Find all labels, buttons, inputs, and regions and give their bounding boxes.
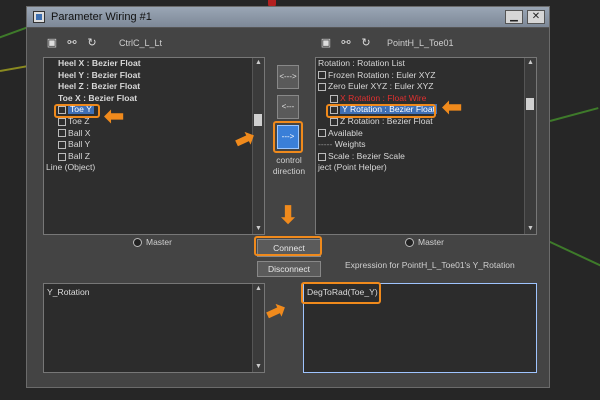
highlight-connect [254,236,322,256]
annotation-arrow-left-icon: ⬅ [104,103,125,130]
scroll-thumb[interactable] [254,114,262,126]
annotation-arrow-down-icon: ⬇ [278,202,299,229]
grid-line [547,240,600,268]
both-directions-button[interactable]: <---> [277,65,299,89]
title-bar[interactable]: Parameter Wiring #1 ▁ ✕ [27,7,549,28]
scroll-down-icon[interactable]: ▼ [253,224,264,234]
radio-icon[interactable] [133,238,142,248]
radio-icon[interactable] [405,238,414,248]
highlight-toe-y [54,104,100,118]
right-master-radio[interactable]: Master [405,237,444,248]
left-expression-field[interactable]: Y_Rotation ▲ ▼ [43,283,265,373]
highlight-expression [301,282,381,304]
checkbox-icon [58,117,66,126]
left-panel-header: ▣ ⚯ ↻ CtrlC_L_Lt [43,35,243,55]
scroll-down-icon[interactable]: ▼ [525,224,536,234]
open-folder-icon[interactable]: ▣ [43,35,61,51]
tree-item[interactable]: Zero Euler XYZ : Euler XYZ [316,81,525,93]
left-panel-name: CtrlC_L_Lt [119,38,163,48]
scroll-down-icon[interactable]: ▼ [253,362,264,372]
tree-item[interactable]: X Rotation : Float Wire [316,93,525,105]
tree-item[interactable]: Ball Z [44,151,253,163]
expression-label: Expression for PointH_L_Toe01's Y_Rotati… [345,260,515,270]
control-direction-label: control direction [272,155,306,176]
left-expression-text: Y_Rotation [47,287,90,297]
highlight-y-rotation [326,104,436,118]
left-master-radio[interactable]: Master [133,237,172,248]
tree-item[interactable]: Ball Y [44,139,253,151]
tree-item[interactable]: ject (Point Helper) [316,162,525,174]
checkbox-icon [330,117,338,126]
tree-item[interactable]: Available [316,128,525,140]
scroll-up-icon[interactable]: ▲ [253,58,264,68]
checkbox-icon [58,129,66,138]
tree-item[interactable]: ----- Weights [316,139,525,151]
tree-item[interactable]: Toe X : Bezier Float [44,93,253,105]
tree-item[interactable]: Line (Object) [44,162,253,174]
tree-dash: ----- [318,139,335,150]
scroll-thumb[interactable] [526,98,534,110]
open-folder-icon[interactable]: ▣ [317,35,335,51]
right-panel-name: PointH_L_Toe01 [387,38,454,48]
tree-item[interactable]: Scale : Bezier Scale [316,151,525,163]
left-direction-button[interactable]: <--- [277,95,299,119]
annotation-arrow-left-icon: ⬅ [442,94,463,121]
checkbox-icon [58,140,66,149]
app-icon [33,11,45,23]
right-panel-header: ▣ ⚯ ↻ PointH_L_Toe01 [317,35,517,55]
tree-item[interactable]: Rotation : Rotation List [316,58,525,70]
refresh-icon[interactable]: ↻ [357,35,375,51]
scroll-up-icon[interactable]: ▲ [253,284,264,294]
disconnect-button[interactable]: Disconnect [257,261,321,277]
close-button[interactable]: ✕ [527,10,545,24]
left-parameter-tree[interactable]: Heel X : Bezier Float Heel Y : Bezier Fl… [43,57,265,235]
tree-item[interactable]: Heel X : Bezier Float [44,58,253,70]
tree-item[interactable]: Frozen Rotation : Euler XYZ [316,70,525,82]
right-parameter-tree[interactable]: Rotation : Rotation List Frozen Rotation… [315,57,537,235]
checkbox-icon [58,152,66,161]
parameter-wiring-dialog: Parameter Wiring #1 ▁ ✕ ▣ ⚯ ↻ CtrlC_L_Lt… [26,6,550,388]
checkbox-icon [318,152,326,161]
window-title: Parameter Wiring #1 [51,11,152,23]
right-tree-scrollbar[interactable]: ▲ ▼ [524,58,536,234]
highlight-direction-button [273,121,303,153]
binoculars-icon[interactable]: ⚯ [337,35,355,51]
minimize-button[interactable]: ▁ [505,10,523,24]
tree-item[interactable]: Heel Z : Bezier Float [44,81,253,93]
left-expression-scrollbar[interactable]: ▲ ▼ [252,284,264,372]
expand-icon[interactable] [318,71,326,80]
tree-item[interactable]: Heel Y : Bezier Float [44,70,253,82]
binoculars-icon[interactable]: ⚯ [63,35,81,51]
tree-item[interactable]: Ball X [44,128,253,140]
checkbox-icon [330,94,338,103]
refresh-icon[interactable]: ↻ [83,35,101,51]
checkbox-icon [318,129,326,138]
scroll-up-icon[interactable]: ▲ [525,58,536,68]
expand-icon[interactable] [318,82,326,91]
grid-line [549,107,599,122]
